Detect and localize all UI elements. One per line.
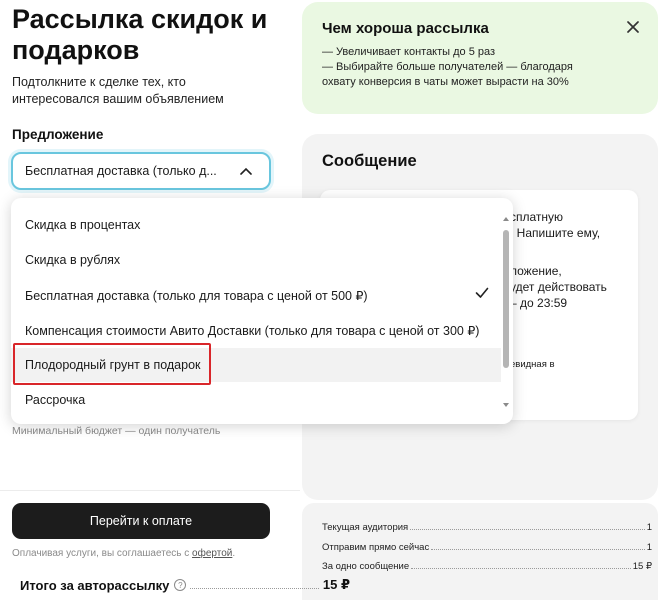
info-card-title: Чем хороша рассылка <box>322 20 489 37</box>
option-label: Скидка в рублях <box>25 253 121 267</box>
message-title: Сообщение <box>322 152 417 170</box>
info-card-line: — Увеличивает контакты до 5 раз <box>322 46 496 58</box>
dropdown-option[interactable]: Рассрочка <box>11 383 501 417</box>
summary-value: 1 <box>646 522 652 533</box>
message-text: ложение, <box>510 264 562 278</box>
offer-link[interactable]: офертой <box>192 548 232 559</box>
message-text: удет действовать <box>510 280 607 294</box>
dropdown-option[interactable]: Компенсация стоимости Авито Доставки (то… <box>11 313 501 347</box>
option-label: Компенсация стоимости Авито Доставки (то… <box>25 323 480 338</box>
summary-value: 15 ₽ <box>632 561 652 572</box>
dropdown-option-selected[interactable]: Бесплатная доставка (только для товара с… <box>11 278 501 312</box>
dotted-leader <box>431 549 645 550</box>
summary-row: Отправим прямо сейчас 1 <box>322 539 652 553</box>
scroll-up-arrow-icon[interactable] <box>503 208 509 226</box>
option-label: Бесплатная доставка (только для товара с… <box>25 288 368 303</box>
summary-row: Текущая аудитория 1 <box>322 519 652 533</box>
budget-note: Минимальный бюджет — один получатель <box>12 425 221 437</box>
dropdown-scrollbar[interactable] <box>501 208 511 408</box>
highlight-box <box>13 343 211 385</box>
summary-row: За одно сообщение 15 ₽ <box>322 558 652 572</box>
total-value: 15 ₽ <box>322 577 350 592</box>
summary-panel: Текущая аудитория 1 Отправим прямо сейча… <box>302 503 658 600</box>
dotted-leader <box>411 568 631 569</box>
info-card-line: — Выбирайте больше получателей — благода… <box>322 61 573 73</box>
dropdown-option[interactable]: Скидка в рублях <box>11 243 501 277</box>
help-icon[interactable]: ? <box>174 579 187 591</box>
agreement-prefix: Оплачивая услуги, вы соглашаетесь с <box>12 548 193 559</box>
dropdown-option[interactable]: Скидка в процентах <box>11 208 501 242</box>
option-label: Скидка в процентах <box>25 218 141 232</box>
scroll-down-arrow-icon[interactable] <box>503 394 509 412</box>
page-subtitle: Подтолкните к сделке тех, кто интересова… <box>12 75 224 106</box>
summary-label: Текущая аудитория <box>322 522 409 533</box>
agreement-text: Оплачивая услуги, вы соглашаетесь с офер… <box>12 548 235 559</box>
checkmark-icon <box>475 287 489 302</box>
dotted-leader <box>410 529 645 530</box>
summary-value: 1 <box>646 542 652 553</box>
chevron-up-icon <box>235 160 257 182</box>
offer-label: Предложение <box>12 127 104 142</box>
offer-dropdown: Скидка в процентах Скидка в рублях Беспл… <box>11 198 513 424</box>
pay-button[interactable]: Перейти к оплате <box>12 503 270 539</box>
page-title: Рассылка скидок и подарков <box>12 4 268 65</box>
total-label: Итого за авторассылку <box>20 577 170 593</box>
message-text: сплатную <box>510 210 564 224</box>
dotted-leader <box>190 588 319 589</box>
summary-label: Отправим прямо сейчас <box>322 542 430 553</box>
scrollbar-thumb[interactable] <box>503 230 509 368</box>
message-text: евидная в <box>510 359 555 370</box>
offer-select-value: Бесплатная доставка (только д... <box>25 164 217 178</box>
message-text: . Напишите ему, <box>510 226 601 240</box>
offer-select[interactable]: Бесплатная доставка (только д... <box>11 152 271 190</box>
info-card-line: охвату конверсия в чаты может вырасти на… <box>322 76 569 88</box>
message-text: – до 23:59 <box>510 296 568 310</box>
divider <box>0 490 300 491</box>
summary-total: Итого за авторассылку ? 15 ₽ <box>20 577 350 593</box>
option-label: Рассрочка <box>25 393 86 407</box>
agreement-suffix: . <box>232 548 236 559</box>
summary-label: За одно сообщение <box>322 561 410 572</box>
info-card: Чем хороша рассылка — Увеличивает контак… <box>302 2 658 114</box>
close-icon[interactable] <box>624 18 642 36</box>
